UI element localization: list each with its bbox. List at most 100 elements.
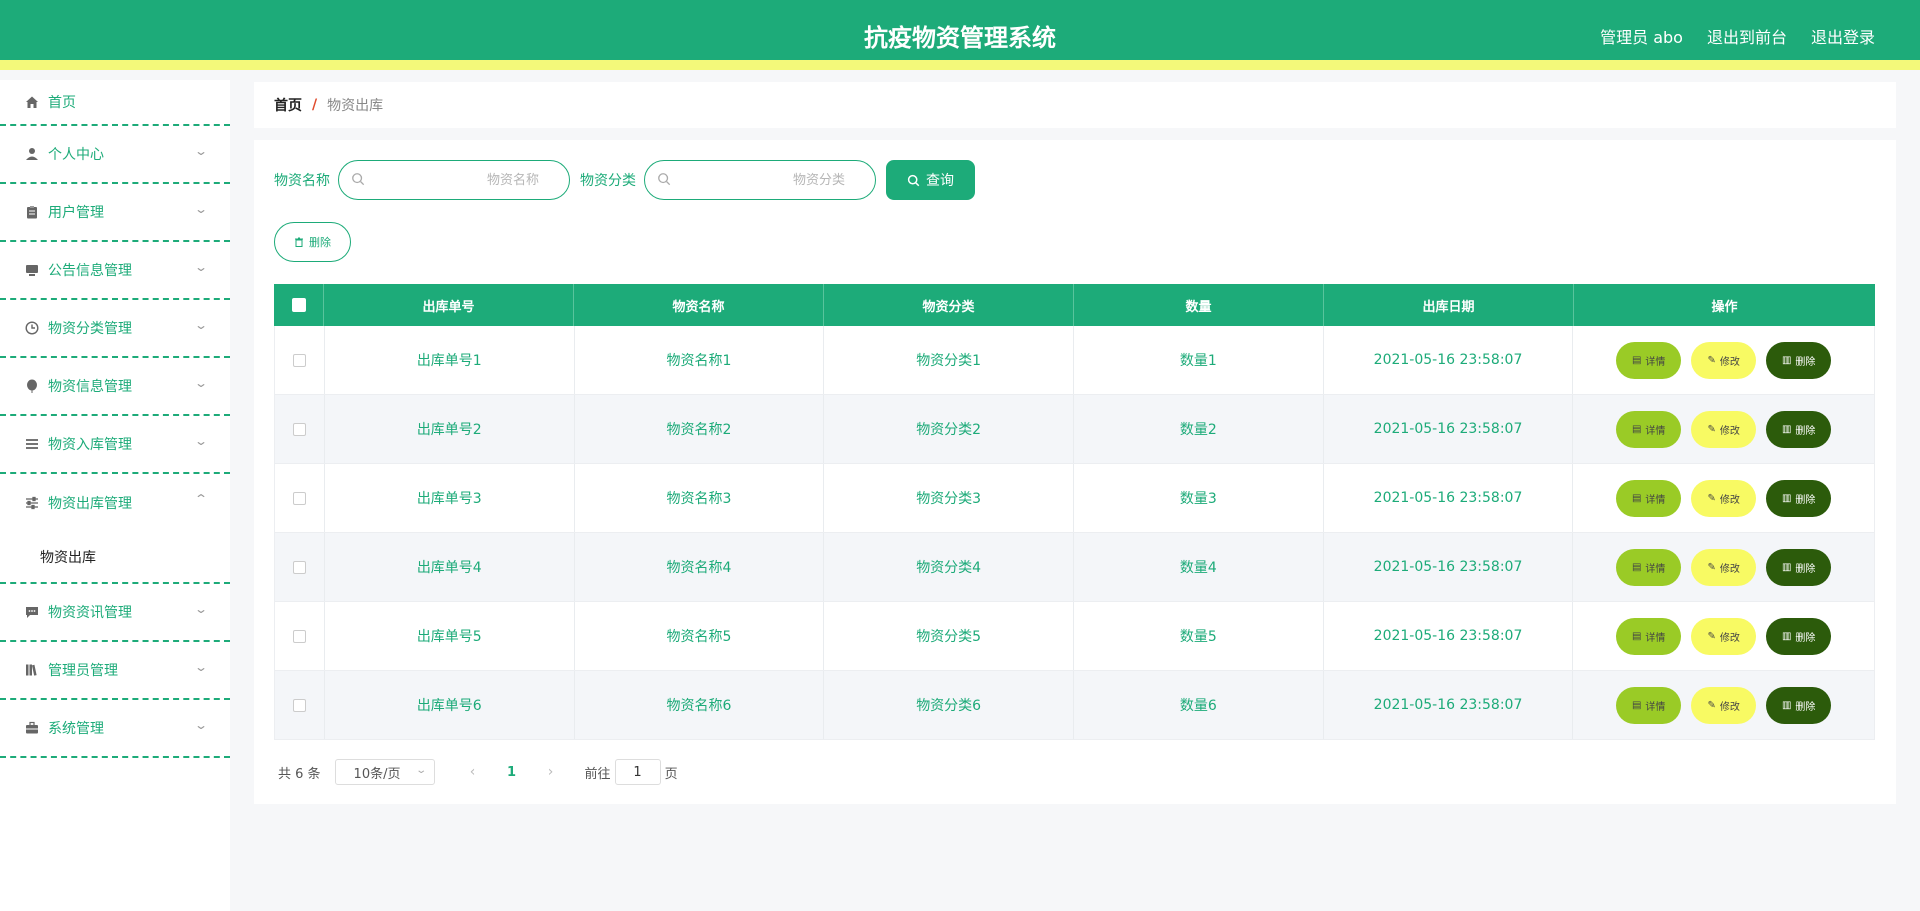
- sidebar-item[interactable]: 个人中心 ⌄: [0, 126, 230, 184]
- sidebar-item[interactable]: 物资资讯管理 ⌄: [0, 584, 230, 642]
- document-icon: ▤: [1631, 492, 1642, 504]
- breadcrumb-home[interactable]: 首页: [274, 95, 302, 115]
- name-search-label: 物资名称: [274, 173, 330, 189]
- delete-button[interactable]: ▥ 删除: [1766, 341, 1832, 379]
- sidebar-item[interactable]: 系统管理 ⌄: [0, 700, 230, 758]
- detail-button[interactable]: ▤ 详情: [1616, 341, 1682, 379]
- chevron-down-icon: ⌄: [193, 376, 209, 390]
- next-page-button[interactable]: ›: [537, 764, 565, 780]
- actions-cell: ▤ 详情 ✎ 修改 ▥ 删除: [1573, 533, 1874, 601]
- document-icon: ▤: [1631, 699, 1642, 711]
- pencil-icon: ✎: [1707, 630, 1716, 642]
- table-cell: 2021-05-16 23:58:07: [1324, 671, 1574, 739]
- row-checkbox[interactable]: [292, 560, 306, 574]
- detail-label: 详情: [1645, 563, 1666, 575]
- actions-cell: ▤ 详情 ✎ 修改 ▥ 删除: [1573, 464, 1874, 532]
- edit-button[interactable]: ✎ 修改: [1691, 341, 1757, 379]
- edit-button[interactable]: ✎ 修改: [1691, 410, 1757, 448]
- books-icon: [24, 662, 40, 678]
- table-row: 出库单号6 物资名称6 物资分类6 数量6 2021-05-16 23:58:07 ▤ 详情…: [274, 671, 1875, 740]
- delete-button[interactable]: ▥ 删除: [1766, 548, 1832, 586]
- select-all-cell: [274, 284, 324, 326]
- row-select-cell: [275, 326, 325, 394]
- sidebar-item[interactable]: 物资出库管理 ⌃: [0, 474, 230, 532]
- detail-button[interactable]: ▤ 详情: [1616, 410, 1682, 448]
- category-search-input[interactable]: [645, 161, 875, 199]
- logout-link[interactable]: 退出登录: [1811, 24, 1875, 48]
- delete-label: 删除: [1795, 632, 1816, 644]
- delete-button[interactable]: ▥ 删除: [1766, 479, 1832, 517]
- user-icon: [24, 146, 40, 162]
- document-icon: ▤: [1631, 630, 1642, 642]
- trash-icon: ▥: [1781, 630, 1792, 642]
- sidebar-item[interactable]: 物资分类管理 ⌄: [0, 300, 230, 358]
- row-checkbox[interactable]: [292, 698, 306, 712]
- query-button[interactable]: 查询: [886, 160, 975, 200]
- briefcase-icon: [24, 720, 40, 736]
- detail-button[interactable]: ▤ 详情: [1616, 479, 1682, 517]
- header-actions: 管理员 abo 退出到前台 退出登录: [1600, 24, 1875, 48]
- table-cell: 2021-05-16 23:58:07: [1324, 326, 1574, 394]
- submenu-item[interactable]: 物资出库: [0, 532, 230, 582]
- sidebar-item-label: 物资资讯管理: [48, 605, 132, 621]
- table-cell: 出库单号6: [325, 671, 575, 739]
- sidebar: 首页 个人中心 ⌄ 用户管理 ⌄ 公告信息管理 ⌄ 物资分类管理 ⌄ 物资信息管理 ⌄ 物资入库管理 ⌄…: [0, 80, 230, 911]
- table-cell: 物资分类3: [824, 464, 1074, 532]
- delete-label: 删除: [1795, 425, 1816, 437]
- list-icon: [24, 436, 40, 452]
- row-checkbox[interactable]: [292, 353, 306, 367]
- detail-button[interactable]: ▤ 详情: [1616, 686, 1682, 724]
- pagination: 共 6 条 10条/页 ⌄ ‹ 1 › 前往 页: [278, 759, 678, 785]
- chevron-down-icon: ⌄: [193, 144, 209, 158]
- edit-button[interactable]: ✎ 修改: [1691, 479, 1757, 517]
- sliders-icon: [24, 495, 40, 511]
- pencil-icon: ✎: [1707, 354, 1716, 366]
- row-checkbox[interactable]: [292, 629, 306, 643]
- delete-label: 删除: [1795, 494, 1816, 506]
- table-cell: 数量2: [1074, 395, 1324, 463]
- row-checkbox[interactable]: [292, 491, 306, 505]
- pencil-icon: ✎: [1707, 561, 1716, 573]
- edit-button[interactable]: ✎ 修改: [1691, 617, 1757, 655]
- edit-button[interactable]: ✎ 修改: [1691, 548, 1757, 586]
- delete-button[interactable]: ▥ 删除: [1766, 410, 1832, 448]
- edit-label: 修改: [1719, 563, 1740, 575]
- column-header: 物资分类: [824, 284, 1074, 326]
- edit-label: 修改: [1719, 632, 1740, 644]
- batch-delete-button[interactable]: 删除: [274, 222, 351, 262]
- sidebar-item[interactable]: 管理员管理 ⌄: [0, 642, 230, 700]
- table-cell: 数量6: [1074, 671, 1324, 739]
- goto-page-input[interactable]: [614, 759, 661, 785]
- table-cell: 物资分类1: [824, 326, 1074, 394]
- sidebar-item[interactable]: 用户管理 ⌄: [0, 184, 230, 242]
- edit-button[interactable]: ✎ 修改: [1691, 686, 1757, 724]
- sidebar-item[interactable]: 首页: [0, 80, 230, 126]
- chevron-down-icon: ⌄: [193, 202, 209, 216]
- page-number[interactable]: 1: [487, 765, 537, 780]
- search-icon: [658, 173, 671, 186]
- detail-button[interactable]: ▤ 详情: [1616, 617, 1682, 655]
- delete-button[interactable]: ▥ 删除: [1766, 617, 1832, 655]
- category-search-field: [644, 160, 876, 200]
- prev-page-button[interactable]: ‹: [459, 764, 487, 780]
- select-all-checkbox[interactable]: [291, 298, 306, 312]
- page-size-select[interactable]: 10条/页 ⌄: [334, 759, 435, 785]
- detail-label: 详情: [1645, 356, 1666, 368]
- detail-button[interactable]: ▤ 详情: [1616, 548, 1682, 586]
- chevron-down-icon: ⌄: [193, 260, 209, 274]
- pencil-icon: ✎: [1707, 423, 1716, 435]
- edit-label: 修改: [1719, 494, 1740, 506]
- sidebar-item[interactable]: 公告信息管理 ⌄: [0, 242, 230, 300]
- chevron-up-icon: ⌃: [193, 492, 209, 506]
- sidebar-item-label: 个人中心: [48, 147, 104, 163]
- name-search-input[interactable]: [339, 161, 569, 199]
- delete-button[interactable]: ▥ 删除: [1766, 686, 1832, 724]
- table-cell: 物资分类6: [824, 671, 1074, 739]
- table-cell: 物资名称4: [575, 533, 825, 601]
- table-row: 出库单号5 物资名称5 物资分类5 数量5 2021-05-16 23:58:07 ▤ 详情…: [274, 602, 1875, 671]
- row-checkbox[interactable]: [292, 422, 306, 436]
- exit-to-front-link[interactable]: 退出到前台: [1707, 24, 1787, 48]
- sidebar-item[interactable]: 物资信息管理 ⌄: [0, 358, 230, 416]
- sidebar-item[interactable]: 物资入库管理 ⌄: [0, 416, 230, 474]
- table-cell: 数量4: [1074, 533, 1324, 601]
